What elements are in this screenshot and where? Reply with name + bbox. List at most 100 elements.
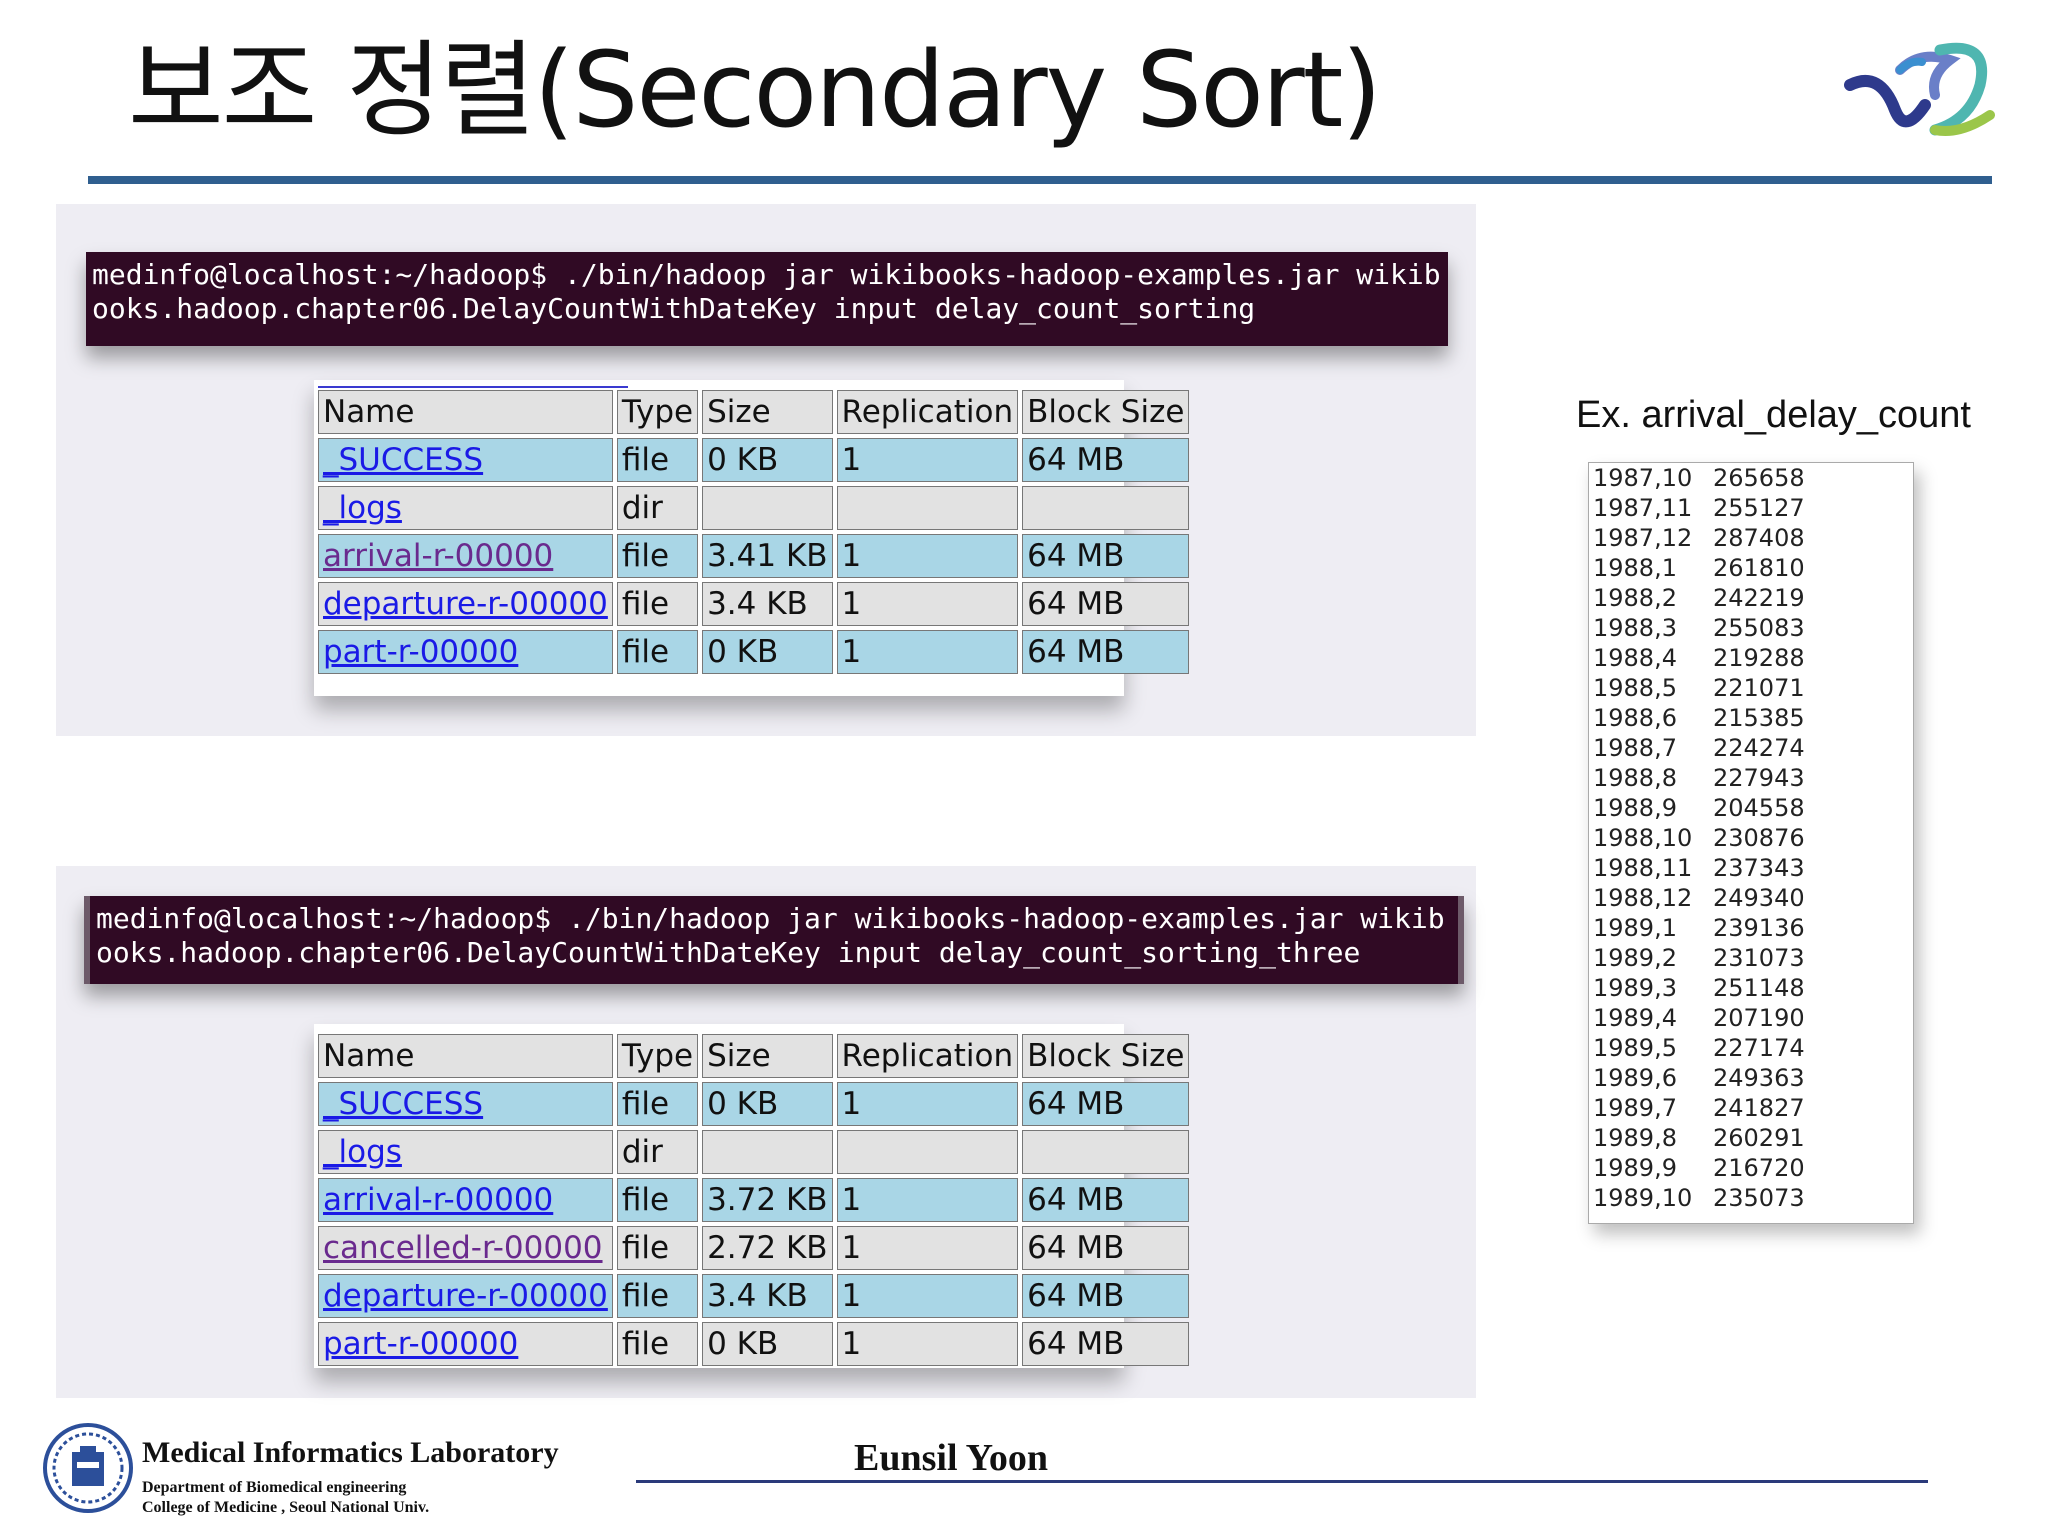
list-item: 1988,1 261810 bbox=[1593, 554, 1805, 582]
cell-type: file bbox=[616, 438, 699, 482]
lab-logo-icon bbox=[1844, 42, 1995, 136]
list-item: 1989,9 216720 bbox=[1593, 1154, 1805, 1182]
cell-block: 64 MB bbox=[1022, 1226, 1190, 1270]
cell-type: file bbox=[616, 534, 699, 578]
col-replication[interactable]: Replication bbox=[836, 390, 1019, 434]
cell-replication: 1 bbox=[836, 534, 1019, 578]
col-type[interactable]: Type bbox=[616, 390, 699, 434]
cell-block bbox=[1022, 1130, 1190, 1174]
col-replication[interactable]: Replication bbox=[836, 1034, 1019, 1078]
list-item: 1987,12 287408 bbox=[1593, 524, 1805, 552]
cell-block: 64 MB bbox=[1022, 1082, 1190, 1126]
cell-size: 3.41 KB bbox=[702, 534, 833, 578]
list-item: 1989,10 235073 bbox=[1593, 1184, 1805, 1212]
list-item: 1989,4 207190 bbox=[1593, 1004, 1805, 1032]
cell-type: file bbox=[616, 1178, 699, 1222]
col-name[interactable]: Name bbox=[318, 390, 613, 434]
list-item: 1988,11 237343 bbox=[1593, 854, 1805, 882]
cell-type: dir bbox=[616, 486, 699, 530]
title-divider bbox=[88, 176, 1992, 184]
table-row: arrival-r-00000 file 3.72 KB 1 64 MB bbox=[318, 1178, 1190, 1222]
cell-block bbox=[1022, 486, 1190, 530]
list-item: 1989,2 231073 bbox=[1593, 944, 1805, 972]
cell-replication: 1 bbox=[836, 582, 1019, 626]
file-link[interactable]: _SUCCESS bbox=[323, 1086, 483, 1122]
list-item: 1988,5 221071 bbox=[1593, 674, 1805, 702]
cell-size bbox=[702, 1130, 833, 1174]
list-item: 1988,3 255083 bbox=[1593, 614, 1805, 642]
cell-replication: 1 bbox=[836, 630, 1019, 674]
cell-size: 3.4 KB bbox=[702, 1274, 833, 1318]
hdfs-listing-bottom: Name Type Size Replication Block Size _S… bbox=[314, 1024, 1190, 1368]
table-row: part-r-00000 file 0 KB 1 64 MB bbox=[318, 630, 1190, 674]
table-row: _logs dir bbox=[318, 1130, 1190, 1174]
cell-replication: 1 bbox=[836, 1178, 1019, 1222]
cell-size: 3.4 KB bbox=[702, 582, 833, 626]
cell-size: 0 KB bbox=[702, 1322, 833, 1366]
table-row: _SUCCESS file 0 KB 1 64 MB bbox=[318, 1082, 1190, 1126]
file-table-top: Name Type Size Replication Block Size _S… bbox=[314, 386, 1193, 678]
cell-replication bbox=[836, 1130, 1019, 1174]
cell-type: dir bbox=[616, 1130, 699, 1174]
terminal-line: medinfo@localhost:~/hadoop$ ./bin/hadoop… bbox=[92, 258, 1441, 291]
col-size[interactable]: Size bbox=[702, 390, 833, 434]
file-link[interactable]: arrival-r-00000 bbox=[323, 1182, 553, 1218]
cell-replication bbox=[836, 486, 1019, 530]
list-item: 1988,12 249340 bbox=[1593, 884, 1805, 912]
file-link[interactable]: _logs bbox=[323, 490, 402, 526]
university-seal-icon bbox=[43, 1423, 133, 1513]
list-item: 1987,11 255127 bbox=[1593, 494, 1805, 522]
list-item: 1988,8 227943 bbox=[1593, 764, 1805, 792]
cell-block: 64 MB bbox=[1022, 438, 1190, 482]
col-block-size[interactable]: Block Size bbox=[1022, 390, 1190, 434]
list-item: 1988,4 219288 bbox=[1593, 644, 1805, 672]
col-size[interactable]: Size bbox=[702, 1034, 833, 1078]
cell-replication: 1 bbox=[836, 1274, 1019, 1318]
footer-divider bbox=[636, 1480, 1928, 1483]
file-link[interactable]: departure-r-00000 bbox=[323, 1278, 608, 1314]
file-link[interactable]: departure-r-00000 bbox=[323, 586, 608, 622]
file-link[interactable]: _SUCCESS bbox=[323, 442, 483, 478]
file-link[interactable]: part-r-00000 bbox=[323, 634, 518, 670]
col-name[interactable]: Name bbox=[318, 1034, 613, 1078]
list-item: 1989,5 227174 bbox=[1593, 1034, 1805, 1062]
file-link[interactable]: _logs bbox=[323, 1134, 402, 1170]
cell-block: 64 MB bbox=[1022, 534, 1190, 578]
cell-size: 0 KB bbox=[702, 438, 833, 482]
hdfs-listing-top: Name Type Size Replication Block Size _S… bbox=[314, 380, 1190, 696]
footer-department: Department of Biomedical engineering Col… bbox=[142, 1478, 429, 1518]
list-item: 1988,2 242219 bbox=[1593, 584, 1805, 612]
col-type[interactable]: Type bbox=[616, 1034, 699, 1078]
cell-type: file bbox=[616, 1274, 699, 1318]
table-row: part-r-00000 file 0 KB 1 64 MB bbox=[318, 1322, 1190, 1366]
cell-replication: 1 bbox=[836, 1322, 1019, 1366]
table-row: departure-r-00000 file 3.4 KB 1 64 MB bbox=[318, 582, 1190, 626]
footer-lab-name: Medical Informatics Laboratory bbox=[142, 1436, 559, 1469]
cell-size: 3.72 KB bbox=[702, 1178, 833, 1222]
file-link[interactable]: arrival-r-00000 bbox=[323, 538, 553, 574]
table-header-row: Name Type Size Replication Block Size bbox=[318, 1034, 1190, 1078]
cell-block: 64 MB bbox=[1022, 1322, 1190, 1366]
list-item: 1988,10 230876 bbox=[1593, 824, 1805, 852]
footer-author: Eunsil Yoon bbox=[854, 1437, 1048, 1479]
terminal-line: medinfo@localhost:~/hadoop$ ./bin/hadoop… bbox=[96, 902, 1445, 935]
cell-replication: 1 bbox=[836, 438, 1019, 482]
list-item: 1988,7 224274 bbox=[1593, 734, 1805, 762]
list-item: 1987,10 265658 bbox=[1593, 464, 1805, 492]
list-item: 1989,3 251148 bbox=[1593, 974, 1805, 1002]
cell-type: file bbox=[616, 1082, 699, 1126]
table-row: _logs dir bbox=[318, 486, 1190, 530]
table-row: cancelled-r-00000 file 2.72 KB 1 64 MB bbox=[318, 1226, 1190, 1270]
file-link[interactable]: part-r-00000 bbox=[323, 1326, 518, 1362]
footer-dept-line: Department of Biomedical engineering bbox=[142, 1479, 407, 1496]
list-item: 1989,8 260291 bbox=[1593, 1124, 1805, 1152]
cell-size bbox=[702, 486, 833, 530]
col-block-size[interactable]: Block Size bbox=[1022, 1034, 1190, 1078]
file-link[interactable]: cancelled-r-00000 bbox=[323, 1230, 603, 1266]
example-label: Ex. arrival_delay_count bbox=[1576, 394, 1971, 436]
cell-replication: 1 bbox=[836, 1082, 1019, 1126]
cell-type: file bbox=[616, 1226, 699, 1270]
cell-type: file bbox=[616, 1322, 699, 1366]
cell-type: file bbox=[616, 630, 699, 674]
terminal-command-top: medinfo@localhost:~/hadoop$ ./bin/hadoop… bbox=[86, 252, 1448, 346]
